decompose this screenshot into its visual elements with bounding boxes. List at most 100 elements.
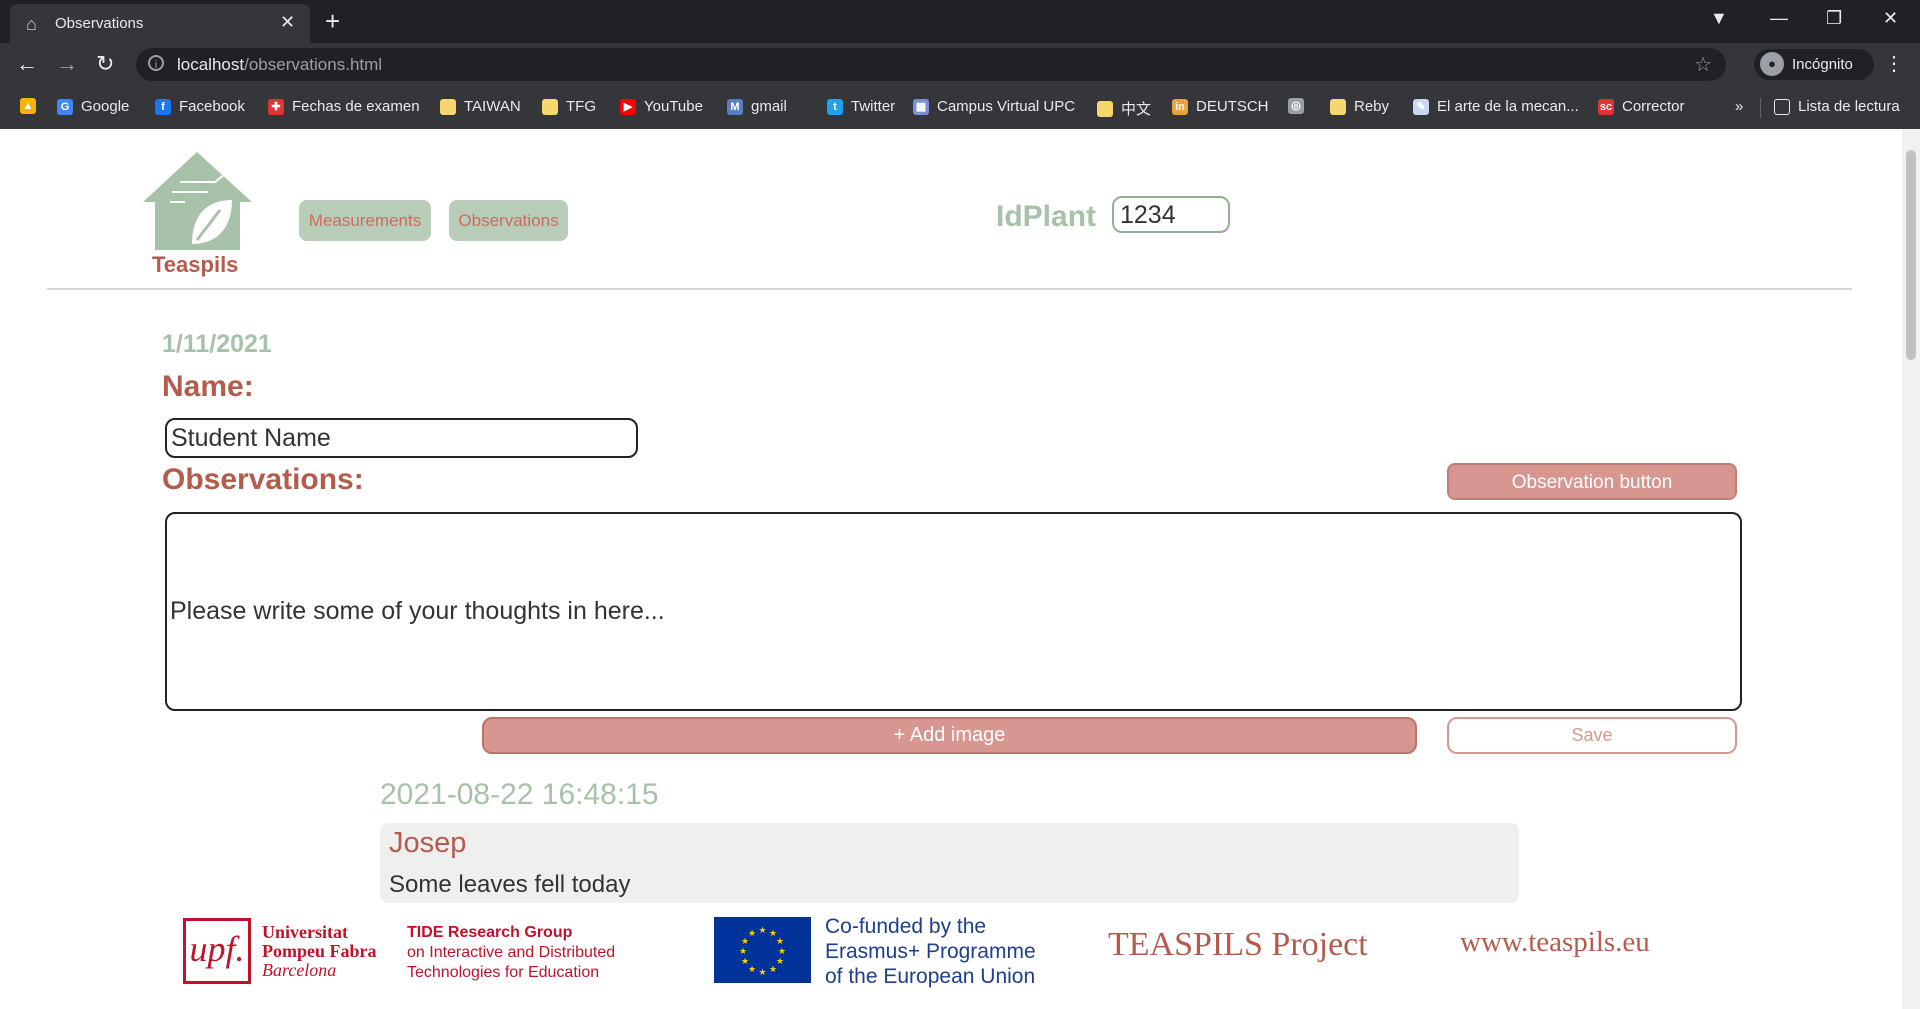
upf-line: Pompeu Fabra xyxy=(262,941,377,961)
menu-kebab-icon[interactable]: ⋮ xyxy=(1884,51,1904,76)
cross-icon: ✚ xyxy=(268,98,284,115)
project-website-link[interactable]: www.teaspils.eu xyxy=(1460,926,1650,959)
bookmark-item[interactable]: G Google xyxy=(57,98,129,115)
entry-timestamp: 2021-08-22 16:48:15 xyxy=(380,778,659,811)
upc-icon: ▦ xyxy=(913,98,929,115)
svg-text:★: ★ xyxy=(758,926,766,936)
bookmarks-overflow[interactable]: » xyxy=(1735,98,1743,115)
incognito-label: Incógnito xyxy=(1792,56,1853,73)
upf-logo: upf. xyxy=(183,918,251,984)
close-tab-icon[interactable]: ✕ xyxy=(280,12,295,33)
google-icon: G xyxy=(57,98,73,115)
bookmark-item[interactable]: Mgmail xyxy=(727,98,787,115)
observations-label: Observations: xyxy=(162,463,364,496)
minimize-icon[interactable]: — xyxy=(1770,8,1788,29)
tide-group: TIDE Research Group on Interactive and D… xyxy=(407,923,615,983)
eu-line: Co-funded by the xyxy=(825,915,987,938)
google-drive-icon: ▲ xyxy=(20,98,36,114)
tide-line: TIDE Research Group xyxy=(407,924,573,941)
entry-author: Josep xyxy=(389,827,467,859)
bookmark-label: El arte de la mecan... xyxy=(1437,98,1579,115)
tide-line: Technologies for Education xyxy=(407,964,600,981)
entry-text: Some leaves fell today xyxy=(389,871,631,898)
observations-nav-button[interactable]: Observations xyxy=(449,200,568,241)
close-window-icon[interactable]: ✕ xyxy=(1883,8,1898,29)
upf-name: Universitat Pompeu Fabra Barcelona xyxy=(262,923,377,980)
measurements-nav-button[interactable]: Measurements xyxy=(299,200,431,241)
url-path: /observations.html xyxy=(244,55,383,74)
tide-line: on Interactive and Distributed xyxy=(407,944,616,961)
svg-text:★: ★ xyxy=(741,957,749,967)
idplant-label: IdPlant xyxy=(996,200,1097,233)
upf-line: Barcelona xyxy=(262,960,337,980)
eu-cofunding-text: Co-funded by the Erasmus+ Programme of t… xyxy=(825,914,1036,989)
bookmarks-separator xyxy=(1760,98,1761,118)
url-text: localhost/observations.html xyxy=(177,55,382,75)
bookmark-label: TAIWAN xyxy=(464,98,521,115)
incognito-indicator[interactable]: ● Incógnito xyxy=(1754,49,1874,80)
deutsch-icon: in xyxy=(1172,98,1188,115)
bookmark-label: 中文 xyxy=(1121,101,1152,118)
bookmark-item[interactable]: t Twitter xyxy=(827,98,895,115)
facebook-icon: f xyxy=(155,98,171,115)
bookmark-item[interactable]: TFG xyxy=(542,98,596,115)
pen-icon: ✎ xyxy=(1413,98,1429,115)
textarea-placeholder: Please write some of your thoughts in he… xyxy=(170,597,665,625)
browser-toolbar: ← → ↻ i localhost/observations.html ☆ ● … xyxy=(0,43,1920,86)
upf-line: Universitat xyxy=(262,922,348,942)
bookmark-item[interactable]: ▦ Campus Virtual UPC xyxy=(913,98,1075,115)
bookmark-label: Reby xyxy=(1354,98,1390,115)
folder-icon xyxy=(1097,100,1113,117)
corrector-icon: sc xyxy=(1598,98,1614,115)
restore-icon[interactable]: ❐ xyxy=(1826,8,1842,29)
bookmark-label: Twitter xyxy=(851,98,896,115)
observation-entry-card: Josep Some leaves fell today xyxy=(380,823,1519,903)
student-name-input[interactable]: Student Name xyxy=(165,418,638,458)
bookmark-item[interactable]: ◎ xyxy=(1288,98,1304,114)
bookmark-item[interactable]: ✎ El arte de la mecan... xyxy=(1413,98,1579,115)
address-bar[interactable]: i localhost/observations.html ☆ xyxy=(136,48,1726,81)
bookmarks-bar: ▲ G Google f Facebook ✚ Fechas de examen TAIWAN… xyxy=(0,86,1920,129)
reload-icon[interactable]: ↻ xyxy=(96,51,114,77)
project-name: TEASPILS Project xyxy=(1108,926,1368,963)
site-info-icon[interactable]: i xyxy=(148,55,164,71)
bookmark-label: Google xyxy=(81,98,130,115)
logo-text: Teaspils xyxy=(152,252,239,277)
incognito-icon: ● xyxy=(1760,52,1784,76)
bookmark-item[interactable]: 中文 xyxy=(1097,98,1151,119)
bookmark-label: Fechas de examen xyxy=(292,98,420,115)
browser-tab[interactable]: ⌂ Observations ✕ xyxy=(10,4,310,43)
bookmark-item[interactable]: ▲ xyxy=(20,98,36,114)
browser-tab-strip: ⌂ Observations ✕ + ▼ — ❐ ✕ xyxy=(0,0,1920,43)
name-label: Name: xyxy=(162,370,254,403)
eu-flag-icon: ★ ★★ ★★★ ★★★ ★★★ xyxy=(714,917,811,983)
bookmark-item[interactable]: TAIWAN xyxy=(440,98,521,115)
house-favicon-icon: ⌂ xyxy=(26,14,37,34)
scrollbar-thumb[interactable] xyxy=(1906,150,1916,360)
twitter-icon: t xyxy=(827,98,843,115)
bookmark-item[interactable]: Reby xyxy=(1330,98,1389,115)
reading-list-label: Lista de lectura xyxy=(1798,98,1900,115)
bookmark-item[interactable]: ✚ Fechas de examen xyxy=(268,98,420,115)
save-button[interactable]: Save xyxy=(1447,717,1737,754)
new-tab-plus-icon[interactable]: + xyxy=(325,6,340,37)
eu-line: Erasmus+ Programme xyxy=(825,940,1036,963)
bookmark-item[interactable]: sc Corrector xyxy=(1598,98,1685,115)
observation-button[interactable]: Observation button xyxy=(1447,463,1737,500)
svg-text:★: ★ xyxy=(769,965,777,975)
bookmark-item[interactable]: f Facebook xyxy=(155,98,245,115)
forward-arrow-icon[interactable]: → xyxy=(56,51,78,77)
back-arrow-icon[interactable]: ← xyxy=(16,51,38,77)
bookmark-item[interactable]: ▶ YouTube xyxy=(620,98,703,115)
svg-text:★: ★ xyxy=(778,947,786,957)
eu-line: of the European Union xyxy=(825,965,1036,988)
add-image-button[interactable]: + Add image xyxy=(482,717,1417,754)
idplant-input[interactable]: 1234 xyxy=(1112,196,1230,233)
reading-list-icon xyxy=(1774,98,1790,115)
tab-search-icon[interactable]: ▼ xyxy=(1710,8,1728,29)
observations-textarea[interactable]: Please write some of your thoughts in he… xyxy=(165,512,1742,711)
svg-text:★: ★ xyxy=(748,929,756,939)
bookmark-star-icon[interactable]: ☆ xyxy=(1694,52,1712,77)
reading-list-button[interactable]: Lista de lectura xyxy=(1774,98,1900,115)
bookmark-item[interactable]: in DEUTSCH xyxy=(1172,98,1269,115)
